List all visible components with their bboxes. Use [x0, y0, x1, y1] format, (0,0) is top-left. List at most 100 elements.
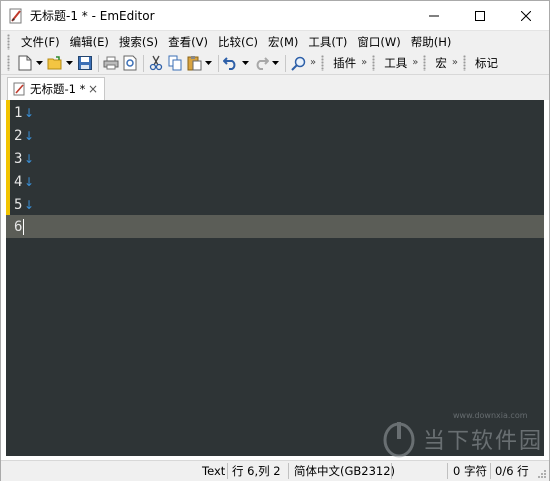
- minimize-button[interactable]: [411, 1, 457, 30]
- newline-mark-icon: ↓: [24, 105, 35, 120]
- status-position[interactable]: 行 6,列 2: [232, 461, 281, 481]
- dropdown-arrow-icon: [65, 61, 73, 65]
- dropdown-arrow-icon: [271, 61, 279, 65]
- app-window: 无标题-1 * - EmEditor 文件(F) 编辑(E) 搜索(S) 查看(…: [0, 0, 550, 481]
- toolbar-separator: [143, 54, 144, 72]
- bookmark-toolbar-label[interactable]: 标记: [472, 55, 501, 71]
- toolbar-grip[interactable]: [372, 55, 376, 71]
- watermark-logo-icon: [383, 422, 415, 458]
- open-file-dropdown[interactable]: [65, 54, 73, 72]
- toolbar-separator: [98, 54, 99, 72]
- plugins-overflow-chevron[interactable]: »: [361, 54, 367, 72]
- dropdown-arrow-icon: [35, 61, 43, 65]
- tab-close-icon[interactable]: ×: [88, 82, 98, 96]
- cut-button[interactable]: [147, 54, 165, 72]
- copy-icon: [168, 55, 181, 71]
- window-title: 无标题-1 * - EmEditor: [30, 9, 155, 23]
- emeditor-app-icon: [9, 8, 22, 23]
- status-char-count: 0 字符: [453, 464, 487, 478]
- redo-button[interactable]: [252, 54, 270, 72]
- status-line-count: 0/6 行: [495, 464, 529, 478]
- scissors-icon: [149, 55, 163, 71]
- status-divider: [447, 463, 448, 479]
- tools-overflow-chevron[interactable]: »: [412, 54, 418, 72]
- maximize-icon: [475, 10, 485, 21]
- open-file-button[interactable]: [46, 54, 64, 72]
- undo-dropdown[interactable]: [241, 54, 249, 72]
- newline-mark-icon: ↓: [24, 151, 35, 166]
- resize-grip-icon[interactable]: [537, 469, 547, 479]
- plugins-toolbar-label[interactable]: 插件: [330, 55, 359, 71]
- toolbar-grip[interactable]: [423, 55, 427, 71]
- redo-dropdown[interactable]: [271, 54, 279, 72]
- undo-button[interactable]: [222, 54, 240, 72]
- new-file-dropdown[interactable]: [35, 54, 43, 72]
- save-button[interactable]: [76, 54, 94, 72]
- menu-tools[interactable]: 工具(T): [303, 32, 352, 52]
- document-icon: [13, 82, 25, 96]
- editor-line[interactable]: 3 ↓: [6, 147, 544, 170]
- watermark: 当下软件园: [381, 419, 543, 459]
- menu-view[interactable]: 查看(V): [163, 32, 213, 52]
- status-divider: [490, 463, 491, 479]
- toolbar-separator: [218, 54, 219, 72]
- newline-mark-icon: ↓: [24, 197, 35, 212]
- paste-dropdown[interactable]: [204, 54, 212, 72]
- line-number: 2: [14, 127, 23, 144]
- line-number: 1: [14, 104, 23, 121]
- menubar-grip[interactable]: [7, 33, 10, 50]
- text-editor-area[interactable]: 1 ↓ 2 ↓ 3 ↓ 4 ↓ 5 ↓ 6: [6, 100, 544, 456]
- menu-window[interactable]: 窗口(W): [352, 32, 405, 52]
- status-divider: [391, 463, 392, 479]
- redo-icon: [256, 57, 269, 70]
- menu-edit[interactable]: 编辑(E): [65, 32, 114, 52]
- paste-button[interactable]: [185, 54, 203, 72]
- tools-toolbar-label[interactable]: 工具: [381, 55, 410, 71]
- watermark-text: 当下软件园: [423, 429, 544, 454]
- newline-mark-icon: ↓: [24, 128, 35, 143]
- close-button[interactable]: [503, 1, 549, 30]
- print-button[interactable]: [102, 54, 120, 72]
- dropdown-arrow-icon: [241, 61, 249, 65]
- editor-line[interactable]: 4 ↓: [6, 170, 544, 193]
- find-button[interactable]: [289, 54, 307, 72]
- paste-icon: [187, 56, 201, 71]
- status-bar: Text 行 6,列 2 简体中文(GB2312) 0 字符 0/6 行: [1, 460, 549, 481]
- editor-current-line[interactable]: 6: [6, 215, 544, 238]
- editor-line[interactable]: 2 ↓: [6, 124, 544, 147]
- toolbar-separator: [285, 54, 286, 72]
- save-icon: [78, 56, 92, 70]
- macro-toolbar-label[interactable]: 宏: [432, 55, 450, 71]
- print-icon: [103, 56, 119, 70]
- title-bar[interactable]: 无标题-1 * - EmEditor: [1, 1, 549, 30]
- line-number: 5: [14, 196, 23, 213]
- toolbar-grip[interactable]: [321, 55, 325, 71]
- status-mode[interactable]: Text: [202, 461, 225, 481]
- menu-compare[interactable]: 比较(C): [213, 32, 263, 52]
- menu-search[interactable]: 搜索(S): [114, 32, 163, 52]
- print-preview-button[interactable]: [121, 54, 139, 72]
- search-icon: [290, 56, 305, 71]
- document-tab-bar: 无标题-1 * ×: [1, 75, 549, 100]
- maximize-button[interactable]: [457, 1, 503, 30]
- editor-line[interactable]: 5 ↓: [6, 193, 544, 216]
- open-folder-icon: [47, 56, 62, 70]
- editor-line[interactable]: 1 ↓: [6, 101, 544, 124]
- menu-file[interactable]: 文件(F): [16, 32, 65, 52]
- line-number: 3: [14, 150, 23, 167]
- menu-macro[interactable]: 宏(M): [263, 32, 303, 52]
- toolbar-grip[interactable]: [7, 55, 10, 71]
- status-divider: [288, 463, 289, 479]
- copy-button[interactable]: [166, 54, 184, 72]
- new-file-button[interactable]: [16, 54, 34, 72]
- toolbar-grip[interactable]: [463, 55, 466, 71]
- undo-icon: [223, 57, 236, 70]
- toolbar: » 插件 » 工具 » 宏 » 标记: [1, 52, 549, 75]
- menu-help[interactable]: 帮助(H): [406, 32, 457, 52]
- menu-bar: 文件(F) 编辑(E) 搜索(S) 查看(V) 比较(C) 宏(M) 工具(T)…: [1, 30, 549, 52]
- status-encoding[interactable]: 简体中文(GB2312): [294, 461, 395, 481]
- macro-overflow-chevron[interactable]: »: [452, 54, 458, 72]
- text-caret: [23, 218, 24, 235]
- toolbar-overflow-chevron[interactable]: »: [310, 54, 316, 72]
- tab-untitled-1[interactable]: 无标题-1 * ×: [7, 77, 105, 100]
